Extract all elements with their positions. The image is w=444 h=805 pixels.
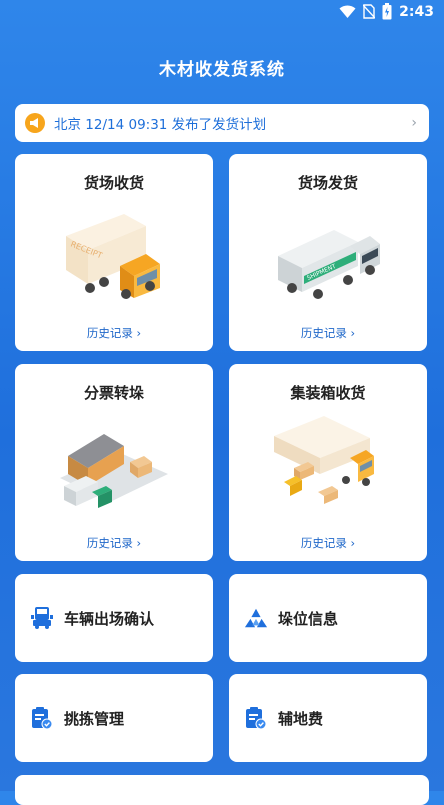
notice-text: 北京 12/14 09:31 发布了发货计划 [54, 117, 267, 133]
receipt-truck-illustration: RECEIPT [66, 214, 160, 299]
notice-bar[interactable]: 北京 12/14 09:31 发布了发货计划 › [15, 104, 429, 142]
status-bar: 2:43 [0, 0, 444, 26]
status-icons: 2:43 [339, 3, 434, 20]
card-title: 集装箱收货 [290, 384, 366, 402]
history-link[interactable]: 历史记录 › [229, 325, 427, 341]
menu-label: 辅地费 [278, 709, 324, 728]
menu-label: 垛位信息 [278, 609, 339, 628]
battery-icon [382, 3, 392, 20]
menu-label: 挑拣管理 [64, 709, 125, 728]
partial-card[interactable] [15, 775, 429, 805]
history-link[interactable]: 历史记录 › [15, 535, 213, 551]
clipboard-check-icon [30, 706, 54, 730]
menu-auxiliary-fee[interactable]: 辅地费 [229, 674, 427, 762]
card-title: 分票转垛 [83, 384, 144, 402]
truck-icon [30, 606, 54, 630]
no-sim-icon [363, 4, 376, 19]
stack-icon [244, 606, 268, 630]
card-title: 货场收货 [83, 174, 144, 192]
container-truck-illustration [274, 416, 374, 504]
warehouse-illustration [60, 434, 168, 508]
menu-label: 车辆出场确认 [64, 609, 155, 628]
menu-stack-info[interactable]: 垛位信息 [229, 574, 427, 662]
card-container-receipt[interactable]: 集装箱收货 历史记录 › [229, 364, 427, 561]
clipboard-check-icon [244, 706, 268, 730]
shipment-truck-illustration: SHIPMENT [278, 230, 380, 299]
history-link[interactable]: 历史记录 › [229, 535, 427, 551]
chevron-right-icon: › [411, 115, 417, 131]
megaphone-icon [25, 113, 45, 133]
history-link[interactable]: 历史记录 › [15, 325, 213, 341]
card-split-stack[interactable]: 分票转垛 历史记录 › [15, 364, 213, 561]
card-yard-receipt[interactable]: 货场收货 RECEIPT 历史记录 › [15, 154, 213, 351]
card-yard-shipment[interactable]: 货场发货 SHIPMENT 历史记录 › [229, 154, 427, 351]
status-time: 2:43 [399, 3, 434, 20]
page-title: 木材收发货系统 [159, 60, 285, 80]
wifi-icon [339, 4, 356, 18]
menu-picking-management[interactable]: 挑拣管理 [15, 674, 213, 762]
card-title: 货场发货 [297, 174, 358, 192]
menu-vehicle-exit[interactable]: 车辆出场确认 [15, 574, 213, 662]
